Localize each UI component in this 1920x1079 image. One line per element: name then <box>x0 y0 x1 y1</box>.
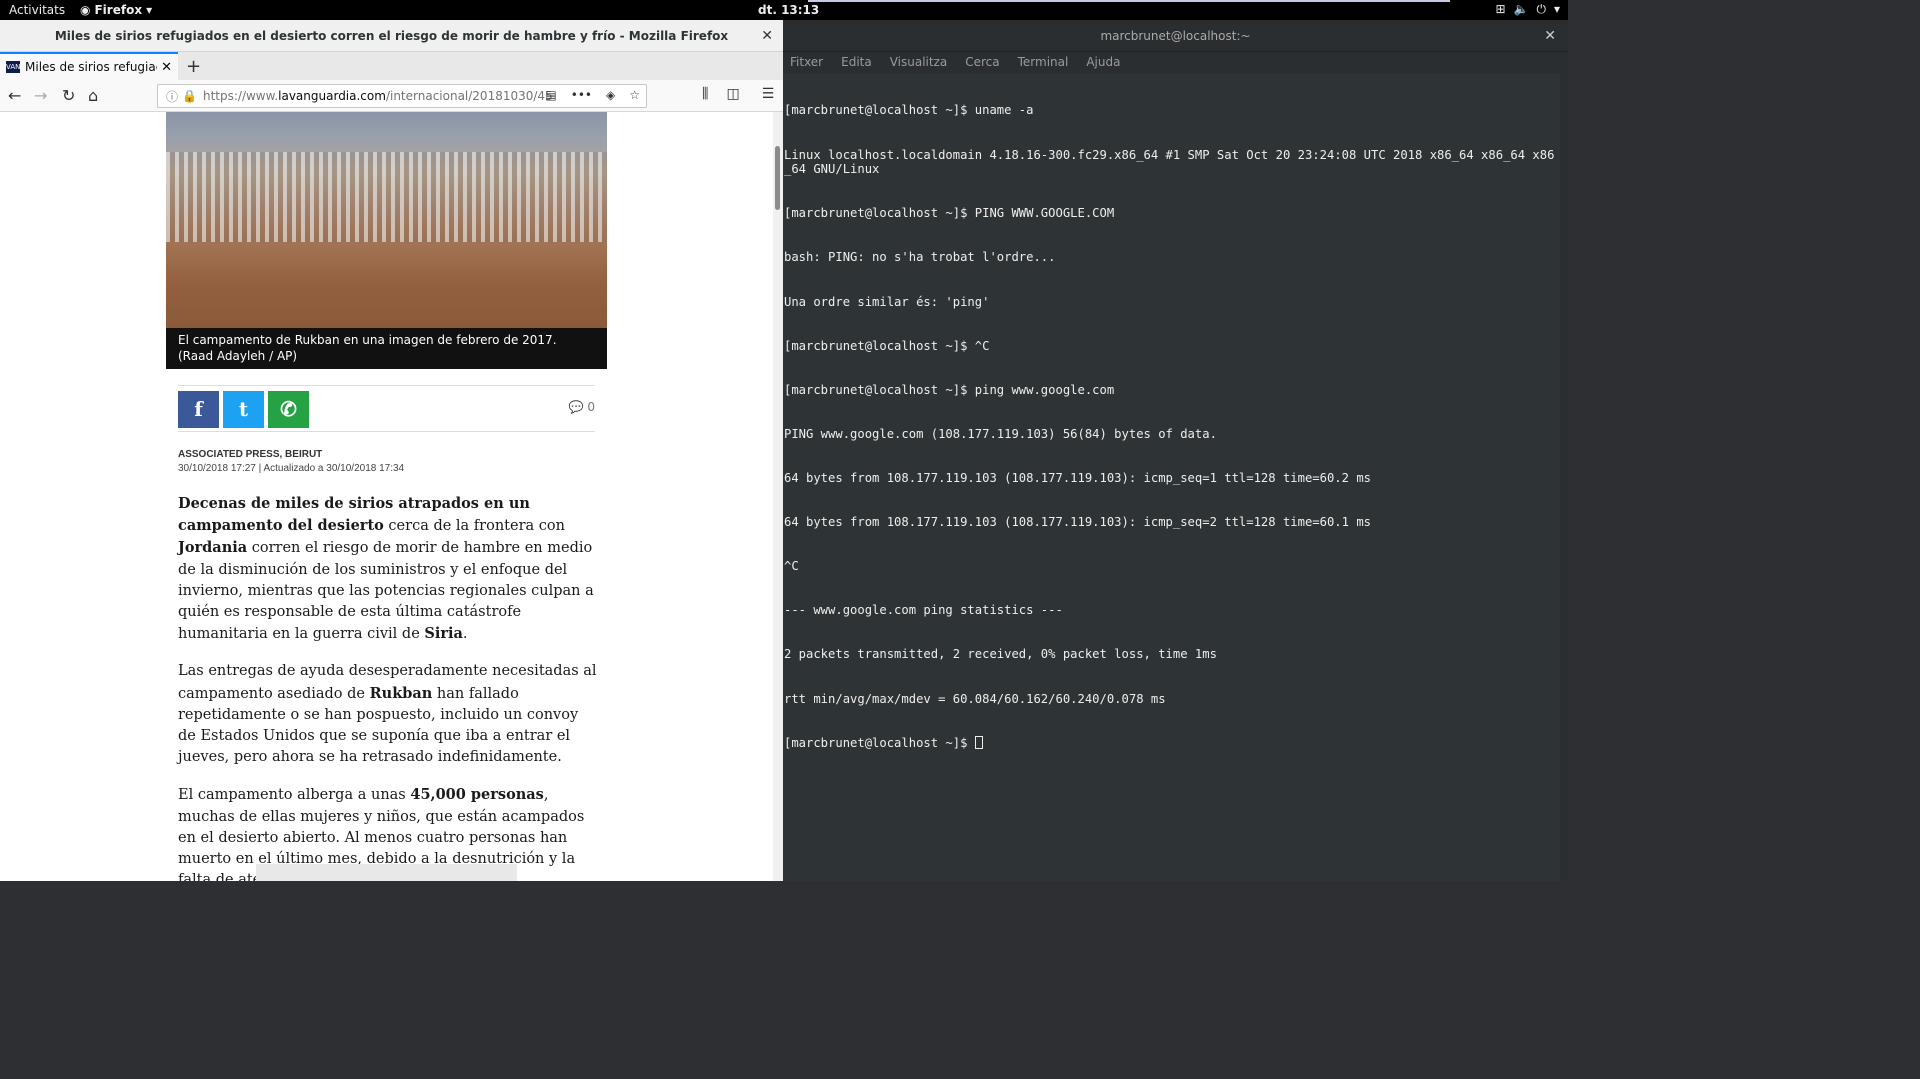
navigation-toolbar: ← → ↻ ⌂ ⓘ 🔒 https://www. lavanguardia.com… <box>0 80 783 112</box>
window-title: Miles de sirios refugiados en el desiert… <box>54 29 729 43</box>
close-icon[interactable]: ✕ <box>761 20 773 52</box>
paragraph-2: Las entregas de ayuda desesperadamente n… <box>178 661 598 768</box>
tab-close-icon[interactable]: ✕ <box>161 60 172 75</box>
favicon-icon: VAN <box>6 61 21 73</box>
info-icon[interactable]: ⓘ <box>166 88 178 105</box>
text: . <box>462 626 468 643</box>
ad-placeholder <box>256 864 517 881</box>
lock-icon: 🔒 <box>182 89 197 103</box>
terminal-line: [marcbrunet@localhost ~]$ ping www.googl… <box>784 382 1115 397</box>
reader-view-icon[interactable]: ▤ <box>545 88 556 102</box>
terminal-line: Una ordre similar és: 'ping' <box>784 294 990 309</box>
volume-icon: 🔈 <box>1513 2 1529 16</box>
terminal-line: [marcbrunet@localhost ~]$ uname -a <box>784 103 1034 118</box>
article-dates: 30/10/2018 17:27 | Actualizado a 30/10/2… <box>178 463 405 474</box>
terminal-titlebar: marcbrunet@localhost:~ ✕ <box>783 20 1568 52</box>
app-menu-label: Firefox <box>94 3 143 17</box>
terminal-line: rtt min/avg/max/mdev = 60.084/60.162/60.… <box>784 691 1166 706</box>
url-prefix: https://www. <box>202 89 279 103</box>
menu-icon[interactable]: ☰ <box>762 86 775 102</box>
article-image <box>166 112 607 328</box>
reload-icon[interactable]: ↻ <box>62 86 75 105</box>
firefox-window: Miles de sirios refugiados en el desiert… <box>0 20 783 881</box>
network-icon: ⊞ <box>1495 2 1506 16</box>
image-caption: El campamento de Rukban en una imagen de… <box>166 328 607 369</box>
sidebar-icon[interactable]: ◫ <box>726 86 739 102</box>
terminal-line: PING www.google.com (108.177.119.103) 56… <box>784 426 1217 441</box>
window-titlebar: Miles de sirios refugiados en el desiert… <box>0 20 783 52</box>
back-icon[interactable]: ← <box>8 86 21 105</box>
twitter-share-button[interactable]: t <box>223 391 264 428</box>
system-tray[interactable]: ⊞ 🔈 ⏻ ▾ <box>1495 2 1560 16</box>
home-icon[interactable]: ⌂ <box>88 86 98 105</box>
url-bar[interactable]: ⓘ 🔒 https://www. lavanguardia.com/interna… <box>157 84 647 108</box>
terminal-line: 64 bytes from 108.177.119.103 (108.177.1… <box>784 470 1371 485</box>
chevron-down-icon: ▾ <box>146 3 153 17</box>
library-icon[interactable]: ⫼ <box>702 86 708 102</box>
terminal-line: Linux localhost.localdomain 4.18.16-300.… <box>784 147 1555 177</box>
page-scrollbar[interactable] <box>773 112 783 881</box>
terminal-line: 64 bytes from 108.177.119.103 (108.177.1… <box>784 515 1371 530</box>
terminal-line: --- www.google.com ping statistics --- <box>784 603 1063 618</box>
whatsapp-share-button[interactable]: ✆ <box>268 391 309 428</box>
terminal-prompt-line[interactable]: [marcbrunet@localhost ~]$ <box>784 735 1558 751</box>
terminal-cursor <box>974 735 983 749</box>
comments-link[interactable]: 💬 0 <box>569 400 595 414</box>
tab-strip: VAN Miles de sirios refugiado ✕ + <box>0 52 783 80</box>
comment-count: 0 <box>587 400 595 414</box>
text: El campamento alberga a unas <box>178 787 411 804</box>
tab-article[interactable]: VAN Miles de sirios refugiado ✕ <box>0 52 178 80</box>
terminal-menubar: Fitxer Edita Visualitza Cerca Terminal A… <box>783 52 1568 74</box>
tab-label: Miles de sirios refugiado <box>25 60 158 74</box>
camp-tents <box>166 152 607 242</box>
bookmark-star-icon[interactable]: ☆ <box>629 88 640 102</box>
forward-icon[interactable]: → <box>34 86 47 105</box>
page-content: El campamento de Rukban en una imagen de… <box>0 112 773 881</box>
bold-text: Siria <box>424 625 463 643</box>
menu-edita[interactable]: Edita <box>841 52 872 74</box>
article-body: Decenas de miles de sirios atrapados en … <box>178 493 598 881</box>
page-actions-icon[interactable]: ••• <box>571 88 592 102</box>
activities-button[interactable]: Activitats <box>9 3 65 17</box>
article-source: ASSOCIATED PRESS, BEIRUT <box>178 449 323 460</box>
article-meta: ASSOCIATED PRESS, BEIRUT 30/10/2018 17:2… <box>178 449 404 474</box>
bold-text: 45,000 personas <box>410 786 544 804</box>
power-icon: ⏻ <box>1536 2 1546 16</box>
menu-cerca[interactable]: Cerca <box>965 52 999 74</box>
clock[interactable]: dt. 13:13 <box>758 3 819 17</box>
share-bar: f t ✆ 💬 0 <box>178 385 595 432</box>
terminal-line: bash: PING: no s'ha trobat l'ordre... <box>784 250 1056 265</box>
bold-text: Rukban <box>369 684 433 702</box>
terminal-scrollbar[interactable] <box>1560 74 1568 881</box>
terminal-window: marcbrunet@localhost:~ ✕ Fitxer Edita Vi… <box>783 20 1568 881</box>
menu-fitxer[interactable]: Fitxer <box>790 52 823 74</box>
close-icon[interactable]: ✕ <box>1544 20 1556 52</box>
menu-terminal[interactable]: Terminal <box>1018 52 1069 74</box>
scrollbar-thumb[interactable] <box>775 146 780 210</box>
url-domain: lavanguardia.com <box>278 89 386 103</box>
terminal-output[interactable]: [marcbrunet@localhost ~]$ uname -a Linux… <box>784 74 1558 780</box>
terminal-line: [marcbrunet@localhost ~]$ ^C <box>784 338 990 353</box>
text: cerca de la frontera con <box>383 518 565 535</box>
facebook-share-button[interactable]: f <box>178 391 219 428</box>
menu-visualitza[interactable]: Visualitza <box>890 52 948 74</box>
pocket-icon[interactable]: ◈ <box>606 88 615 102</box>
url-path: /internacional/20181030/45 <box>385 89 553 103</box>
chevron-down-icon: ▾ <box>1553 2 1560 16</box>
terminal-title: marcbrunet@localhost:~ <box>1100 29 1251 43</box>
paragraph-1: Decenas de miles de sirios atrapados en … <box>178 493 598 645</box>
terminal-line: 2 packets transmitted, 2 received, 0% pa… <box>784 647 1217 662</box>
app-menu[interactable]: ◉ Firefox ▾ <box>80 3 152 17</box>
terminal-line: ^C <box>784 559 799 574</box>
new-tab-icon[interactable]: + <box>186 56 201 77</box>
terminal-prompt: [marcbrunet@localhost ~]$ <box>784 735 975 750</box>
bold-text: Jordania <box>178 539 248 557</box>
comment-icon: 💬 <box>568 400 584 414</box>
gnome-top-bar: Activitats ◉ Firefox ▾ dt. 13:13 ⊞ 🔈 ⏻ ▾ <box>0 0 1568 20</box>
menu-ajuda[interactable]: Ajuda <box>1086 52 1120 74</box>
firefox-icon: ◉ <box>80 3 91 17</box>
top-bar-highlight <box>808 0 1450 2</box>
terminal-line: [marcbrunet@localhost ~]$ PING WWW.GOOGL… <box>784 206 1115 221</box>
